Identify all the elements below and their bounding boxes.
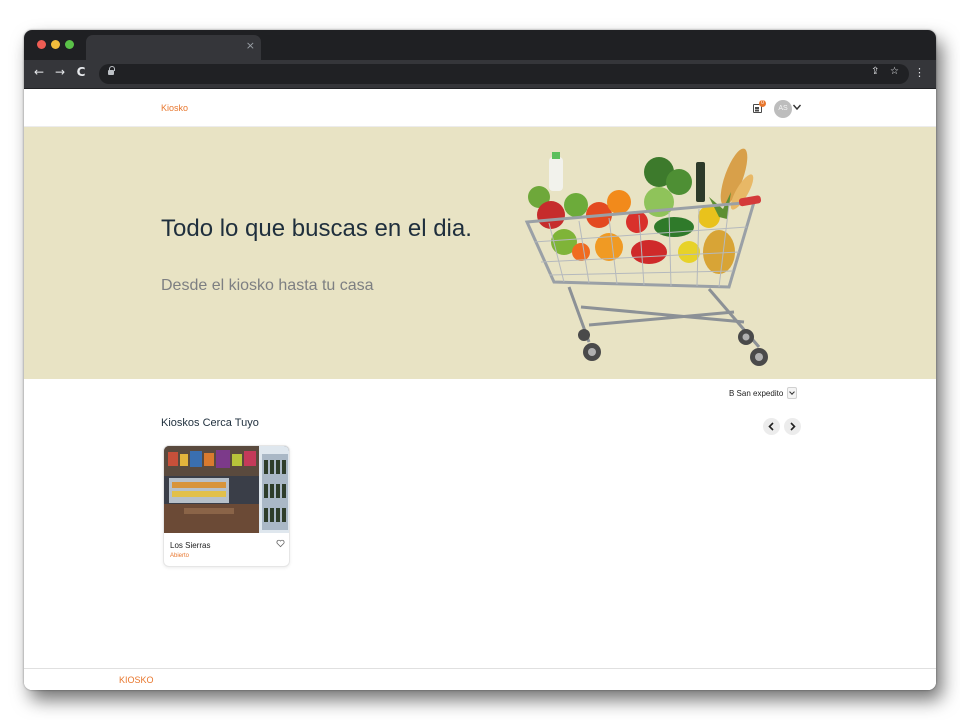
tab-close-icon[interactable]: × [246, 39, 255, 52]
site-header: Kiosko 0 AS [24, 90, 936, 127]
orders-badge: 0 [759, 100, 766, 107]
reload-button[interactable]: C [73, 65, 89, 79]
back-button[interactable]: ← [31, 65, 47, 79]
heart-icon[interactable] [276, 539, 285, 548]
kiosk-photo [164, 446, 289, 533]
lock-icon [108, 66, 115, 77]
kiosk-card[interactable]: Los Sierras Abierto [163, 445, 290, 567]
carousel-next-button[interactable] [784, 418, 801, 435]
chevron-down-icon[interactable] [792, 102, 802, 112]
chevron-right-icon [790, 422, 796, 431]
maximize-window-button[interactable] [65, 40, 74, 49]
hero-title: Todo lo que buscas en el dia. [161, 215, 472, 242]
location-select[interactable]: B San expedito [729, 386, 798, 400]
page-content: Kiosko 0 AS Todo lo que buscas en el dia… [24, 90, 936, 690]
location-selected-value: B San expedito [729, 388, 784, 398]
share-icon[interactable]: ⇪ [871, 66, 879, 77]
kiosk-name: Los Sierras [170, 541, 211, 550]
hero-subtitle: Desde el kiosko hasta tu casa [161, 277, 374, 294]
section-title: Kioskos Cerca Tuyo [161, 417, 259, 429]
footer-brand[interactable]: KIOSKO [119, 675, 154, 685]
browser-titlebar: × [24, 30, 936, 60]
browser-tab[interactable]: × [86, 35, 261, 60]
avatar[interactable]: AS [774, 100, 792, 118]
site-footer: KIOSKO [24, 668, 936, 690]
hero-banner: Todo lo que buscas en el dia. Desde el k… [24, 127, 936, 379]
shopping-cart-image [524, 148, 768, 366]
brand-logo[interactable]: Kiosko [161, 103, 188, 113]
browser-window: × ← → C ⇪ ☆ ⋮ Kiosko 0 AS Todo lo que bu… [24, 30, 936, 690]
bookmark-star-icon[interactable]: ☆ [890, 66, 899, 77]
carousel-prev-button[interactable] [763, 418, 780, 435]
close-window-button[interactable] [37, 40, 46, 49]
browser-menu-icon[interactable]: ⋮ [914, 66, 925, 79]
chevron-down-icon[interactable] [787, 387, 798, 399]
minimize-window-button[interactable] [51, 40, 60, 49]
chevron-left-icon [768, 422, 774, 431]
forward-button[interactable]: → [52, 65, 68, 79]
kiosk-status: Abierto [170, 553, 190, 559]
address-bar[interactable]: ⇪ ☆ [99, 64, 909, 84]
browser-toolbar: ← → C ⇪ ☆ ⋮ [24, 60, 936, 89]
